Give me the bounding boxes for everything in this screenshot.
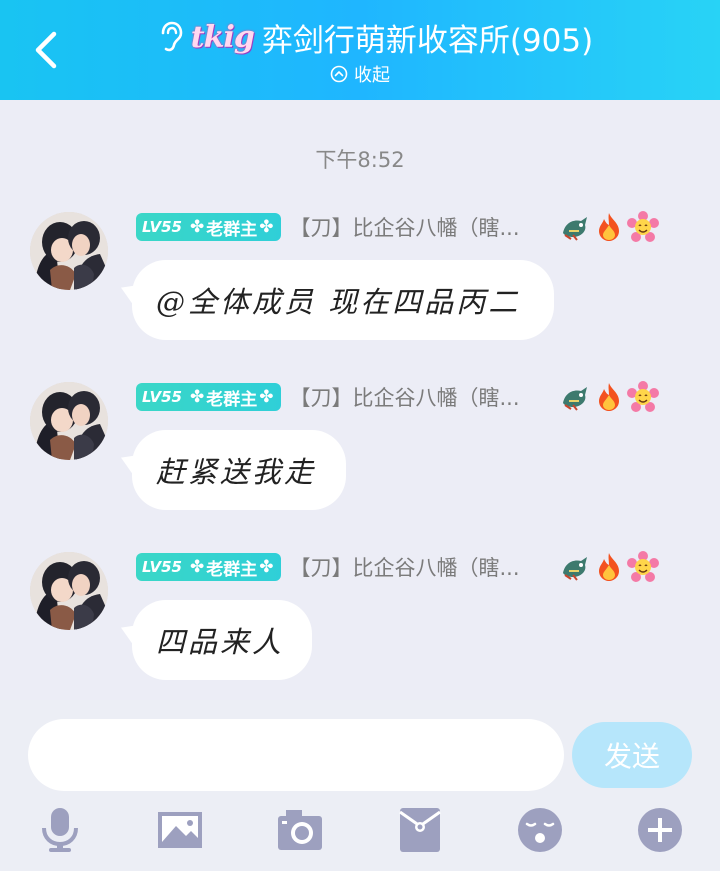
flower-icon bbox=[627, 381, 660, 412]
message-row: LV55 ✤ 老群主 ✤ 【刀】比企谷八幡（瞎... 四品来人 bbox=[0, 551, 720, 702]
input-toolbar bbox=[0, 800, 720, 864]
level-label: LV55 bbox=[142, 558, 182, 576]
plus-icon[interactable] bbox=[636, 806, 684, 854]
clover-icon: ✤ bbox=[189, 557, 205, 577]
group-logo: tkig bbox=[190, 19, 255, 55]
avatar-image bbox=[30, 382, 108, 460]
dragon-icon bbox=[563, 557, 588, 581]
honor-icons bbox=[559, 211, 660, 243]
role-label: 老群主 bbox=[206, 389, 258, 410]
fire-icon bbox=[599, 213, 620, 241]
message-text: 四品来人 bbox=[156, 625, 285, 659]
message-row: LV55 ✤ 老群主 ✤ 【刀】比企谷八幡（瞎... @全体成员 现在四品丙二 bbox=[0, 211, 720, 362]
sender-meta: LV55 ✤ 老群主 ✤ 【刀】比企谷八幡（瞎... bbox=[136, 211, 694, 243]
camera-icon[interactable] bbox=[276, 806, 324, 854]
clover-icon: ✤ bbox=[259, 217, 274, 237]
role-label: 老群主 bbox=[206, 219, 258, 240]
chat-header: tkig 弈剑行萌新收容所(905) 收起 bbox=[0, 0, 720, 100]
dragon-icon bbox=[563, 387, 588, 411]
clover-icon: ✤ bbox=[189, 217, 205, 237]
level-label: LV55 bbox=[142, 218, 182, 236]
page-title: 弈剑行萌新收容所(905) bbox=[261, 22, 594, 59]
message-bubble[interactable]: @全体成员 现在四品丙二 bbox=[132, 260, 554, 340]
microphone-icon[interactable] bbox=[36, 806, 84, 854]
clover-icon: ✤ bbox=[189, 387, 205, 407]
sender-nickname[interactable]: 【刀】比企谷八幡（瞎... bbox=[289, 382, 551, 412]
emoji-icon[interactable] bbox=[516, 806, 564, 854]
sender-meta: LV55 ✤ 老群主 ✤ 【刀】比企谷八幡（瞎... bbox=[136, 381, 694, 413]
level-label: LV55 bbox=[142, 388, 182, 406]
image-icon[interactable] bbox=[156, 806, 204, 854]
red-packet-icon[interactable] bbox=[396, 806, 444, 854]
flower-icon bbox=[627, 211, 660, 242]
message-text: @全体成员 现在四品丙二 bbox=[156, 285, 521, 319]
collapse-button[interactable]: 收起 bbox=[0, 62, 720, 86]
clover-icon: ✤ bbox=[259, 387, 274, 407]
message-bubble[interactable]: 赶紧送我走 bbox=[132, 430, 346, 510]
fire-icon bbox=[599, 553, 620, 581]
role-label: 老群主 bbox=[206, 559, 258, 580]
member-badge: LV55 ✤ 老群主 ✤ bbox=[136, 553, 282, 581]
dragon-icon bbox=[563, 217, 588, 241]
sender-nickname[interactable]: 【刀】比企谷八幡（瞎... bbox=[289, 212, 551, 242]
honor-icons bbox=[559, 381, 660, 413]
message-input[interactable] bbox=[28, 719, 564, 791]
flower-icon bbox=[627, 551, 660, 582]
input-area: 发送 bbox=[0, 700, 720, 871]
ear-icon bbox=[161, 21, 183, 52]
message-timestamp: 下午8:52 bbox=[315, 148, 405, 172]
avatar-image bbox=[30, 552, 108, 630]
sender-nickname[interactable]: 【刀】比企谷八幡（瞎... bbox=[289, 552, 551, 582]
message-row: LV55 ✤ 老群主 ✤ 【刀】比企谷八幡（瞎... 赶紧送我走 bbox=[0, 381, 720, 532]
message-bubble[interactable]: 四品来人 bbox=[132, 600, 312, 680]
sender-meta: LV55 ✤ 老群主 ✤ 【刀】比企谷八幡（瞎... bbox=[136, 551, 694, 583]
chevron-up-circle-icon bbox=[330, 65, 348, 83]
avatar-image bbox=[30, 212, 108, 290]
member-badge: LV55 ✤ 老群主 ✤ bbox=[136, 213, 282, 241]
message-text: 赶紧送我走 bbox=[156, 455, 317, 489]
fire-icon bbox=[599, 383, 620, 411]
member-badge: LV55 ✤ 老群主 ✤ bbox=[136, 383, 282, 411]
avatar[interactable] bbox=[30, 382, 108, 460]
clover-icon: ✤ bbox=[259, 557, 274, 577]
avatar[interactable] bbox=[30, 212, 108, 290]
send-button[interactable]: 发送 bbox=[572, 722, 692, 788]
collapse-label: 收起 bbox=[354, 65, 390, 86]
honor-icons bbox=[559, 551, 660, 583]
avatar[interactable] bbox=[30, 552, 108, 630]
title-row[interactable]: tkig 弈剑行萌新收容所(905) bbox=[0, 14, 720, 60]
